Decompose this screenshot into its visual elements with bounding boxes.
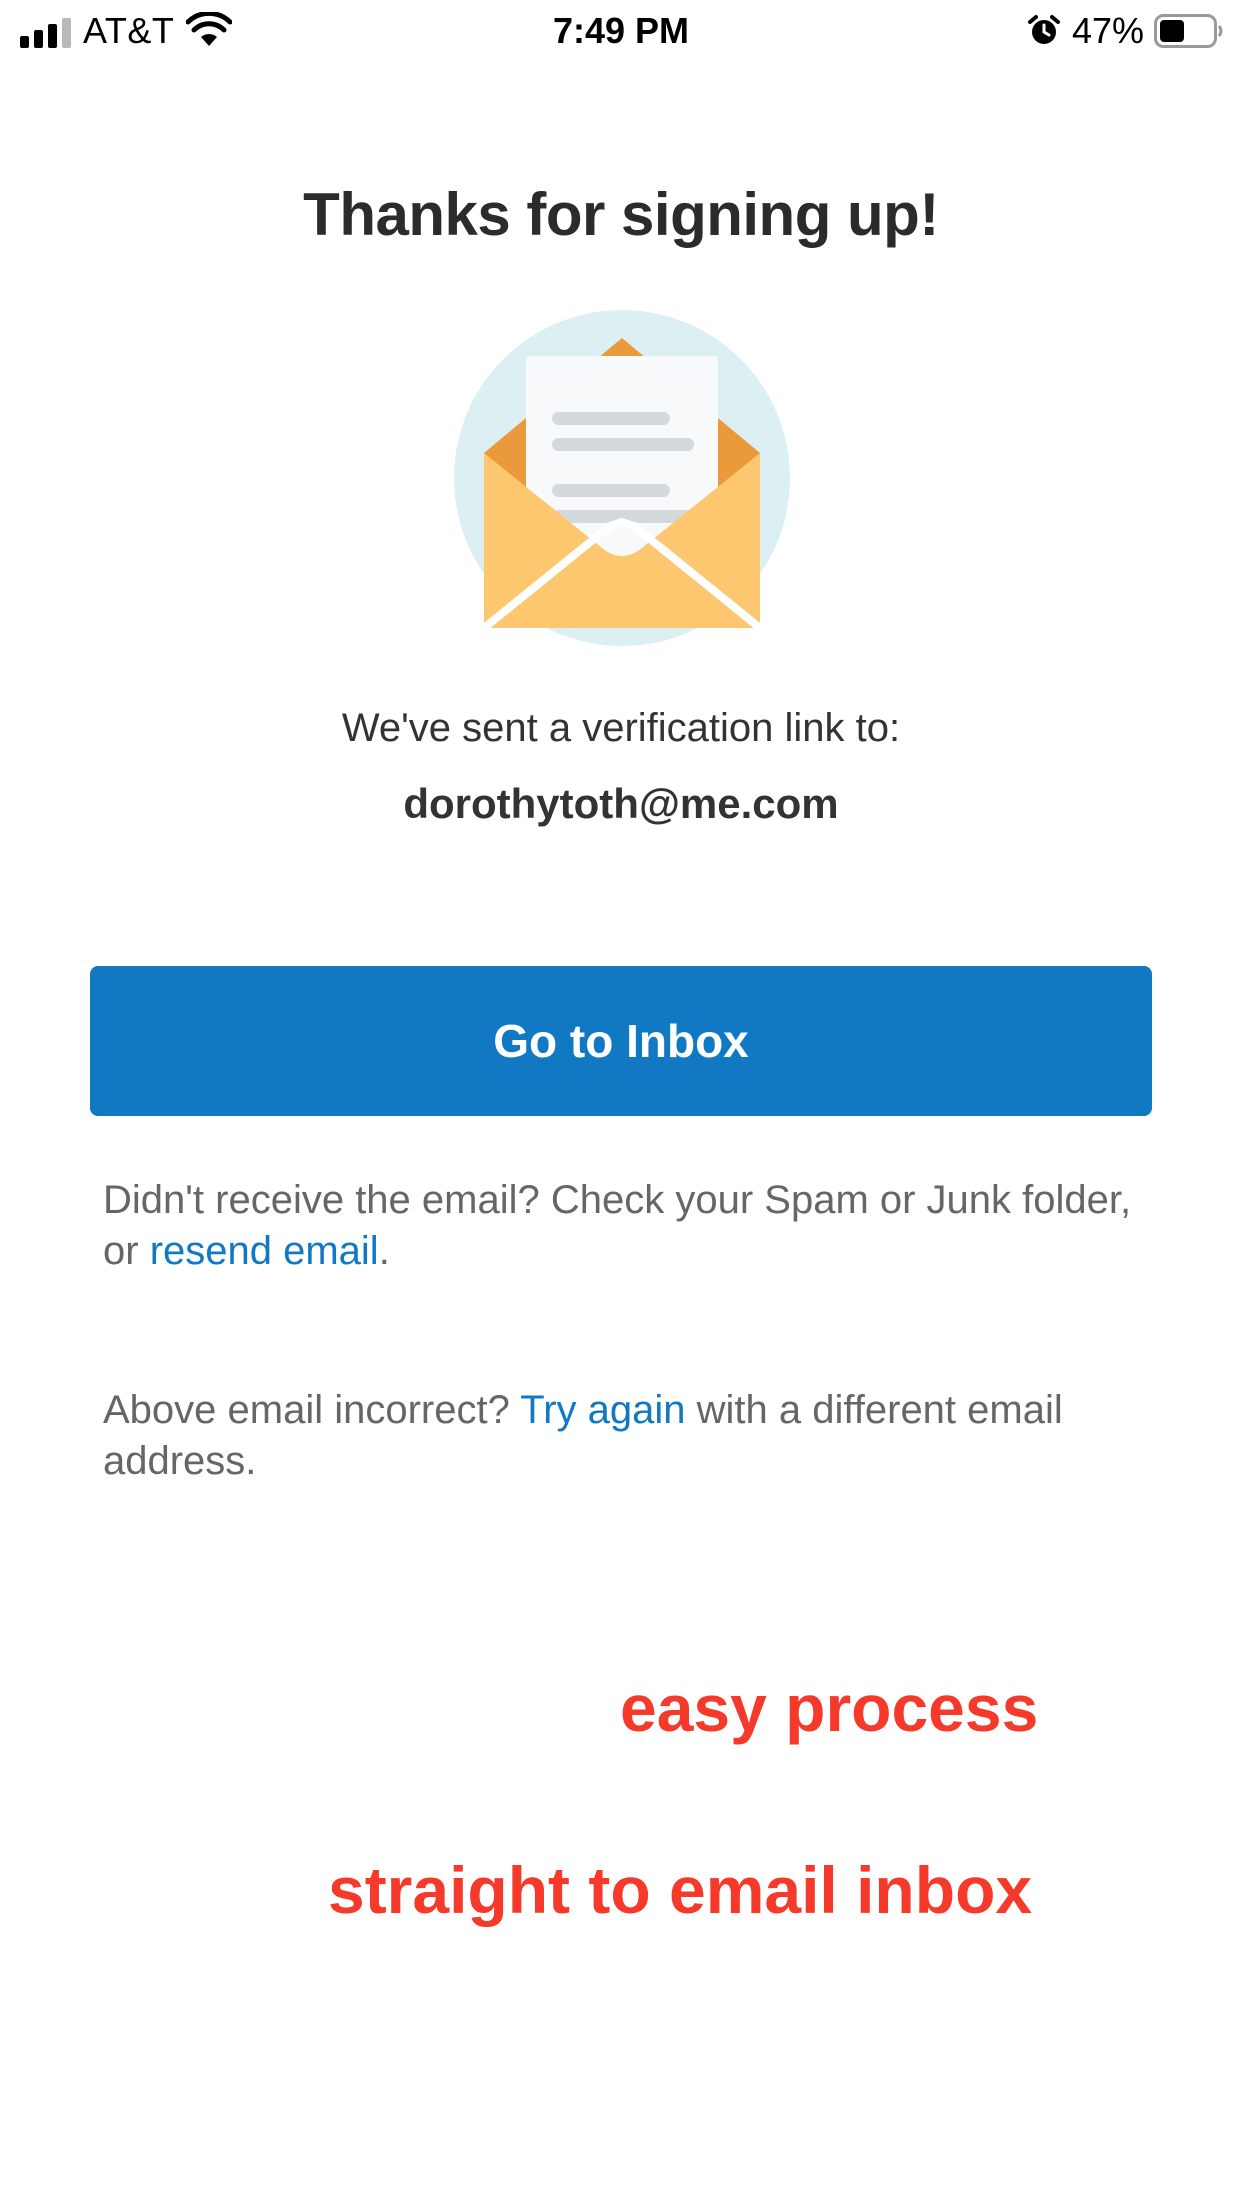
- battery-percent: 47%: [1072, 10, 1145, 51]
- resend-email-link[interactable]: resend email: [150, 1229, 379, 1273]
- battery-icon: [1154, 14, 1223, 48]
- annotation-straight-to-inbox: straight to email inbox: [328, 1853, 1033, 1927]
- retry-help-label: Above email incorrect?: [103, 1388, 521, 1432]
- alarm-icon: [1028, 15, 1060, 44]
- email-address: dorothytoth@me.com: [403, 780, 839, 827]
- page-title: Thanks for signing up!: [303, 181, 939, 248]
- annotation-easy-process: easy process: [620, 1671, 1039, 1745]
- status-bar: AT&T 7:49 PM 47%: [0, 0, 1242, 60]
- spam-help-suffix: .: [378, 1229, 390, 1273]
- envelope-icon: [454, 310, 790, 646]
- try-again-link[interactable]: Try again: [520, 1388, 685, 1432]
- go-to-inbox-button[interactable]: Go to Inbox: [90, 966, 1152, 1116]
- retry-help-text: Above email incorrect? Try again with a …: [103, 1385, 1163, 1487]
- spam-help-text: Didn't receive the email? Check your Spa…: [103, 1175, 1163, 1277]
- verification-message: We've sent a verification link to:: [341, 706, 901, 750]
